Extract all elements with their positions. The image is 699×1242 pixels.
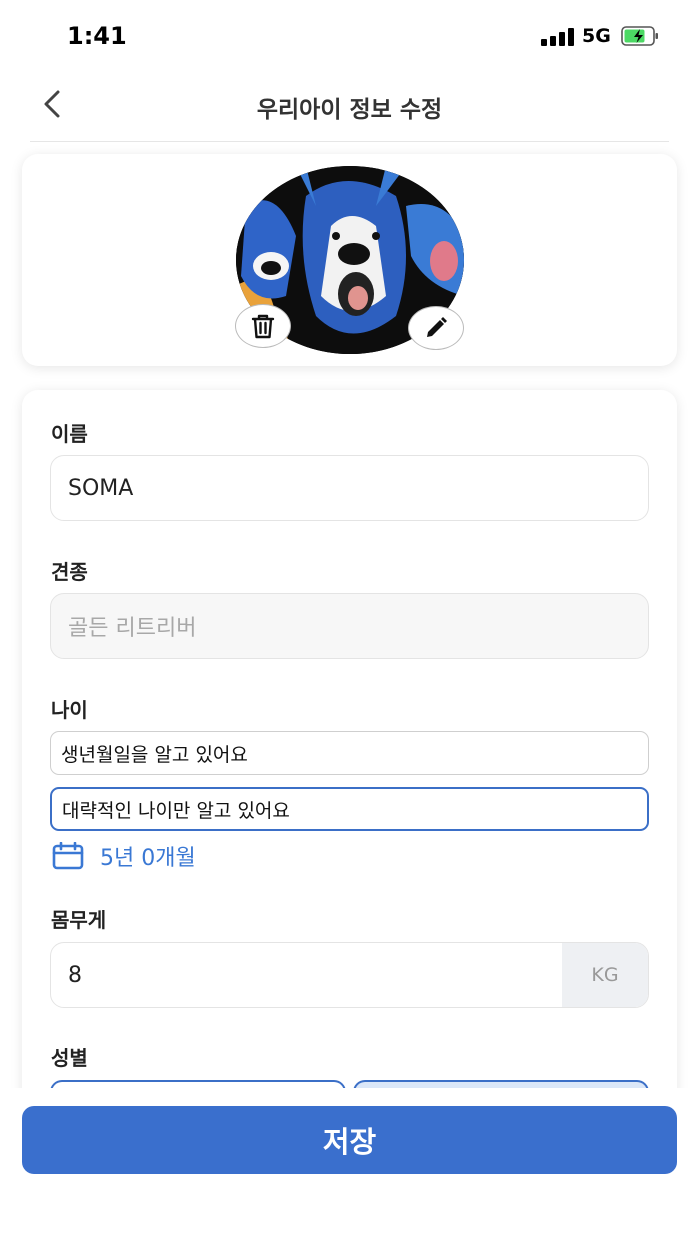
age-label: 나이 [51, 698, 88, 722]
delete-photo-button[interactable] [235, 304, 291, 348]
weight-label: 몸무게 [51, 908, 107, 932]
battery-icon [621, 26, 658, 46]
age-option-approx[interactable]: 대략적인 나이만 알고 있어요 [50, 787, 649, 831]
name-label: 이름 [51, 422, 88, 446]
pet-info-form: 이름 SOMA 견종 골든 리트리버 나이 생년월일을 알고 있어요 대략적인 … [22, 390, 677, 1120]
calendar-icon [52, 842, 84, 870]
pencil-icon [427, 317, 447, 337]
status-time: 1:41 [67, 22, 127, 50]
trash-icon [251, 314, 275, 339]
name-input[interactable]: SOMA [50, 455, 649, 521]
age-picker[interactable]: 5년 0개월 [52, 840, 196, 872]
page-title: 우리아이 정보 수정 [256, 97, 443, 123]
gender-label: 성별 [51, 1046, 88, 1070]
nav-header: 우리아이 정보 수정 [30, 72, 669, 142]
breed-label: 견종 [51, 560, 88, 584]
status-bar: 1:41 5G [0, 0, 699, 72]
signal-icon [541, 28, 575, 46]
weight-unit: KG [562, 943, 648, 1007]
network-label: 5G [582, 25, 611, 47]
profile-photo-card [22, 154, 677, 366]
age-value: 5년 0개월 [100, 846, 196, 871]
breed-input[interactable]: 골든 리트리버 [50, 593, 649, 659]
save-button[interactable]: 저장 [22, 1106, 677, 1174]
weight-value: 8 [68, 962, 82, 988]
weight-input[interactable]: 8 KG [50, 942, 649, 1008]
age-option-birthdate[interactable]: 생년월일을 알고 있어요 [50, 731, 649, 775]
edit-photo-button[interactable] [408, 306, 464, 350]
